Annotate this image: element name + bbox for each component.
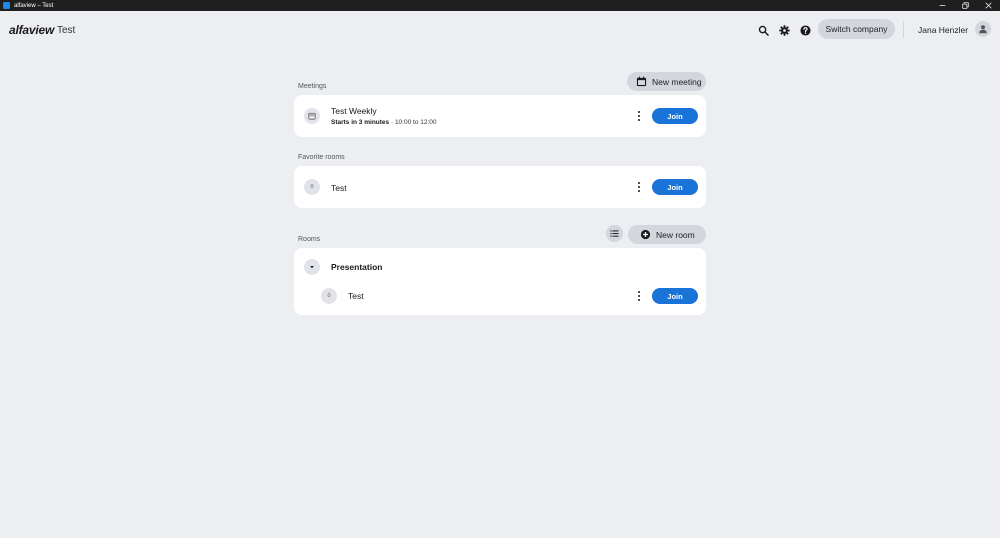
room-group-title: Presentation: [331, 262, 383, 272]
window-titlebar: alfaview – Test: [0, 0, 1000, 11]
user-name[interactable]: Jana Henzler: [918, 25, 968, 35]
minimize-button[interactable]: [931, 0, 954, 11]
meeting-join-button[interactable]: Join: [652, 108, 698, 124]
minimize-icon: [939, 5, 946, 6]
brand-logo[interactable]: alfaview: [9, 23, 54, 37]
meeting-more-menu-icon[interactable]: [635, 110, 643, 122]
rooms-section-label: Rooms: [298, 236, 321, 243]
app-logo-icon: [3, 2, 10, 9]
room-row[interactable]: 0 Test Join: [294, 277, 706, 315]
restore-icon: [962, 2, 969, 9]
window-controls: [931, 0, 1000, 11]
favorite-more-menu-icon[interactable]: [635, 181, 643, 193]
favorites-card: 0 Test Join: [294, 166, 706, 208]
settings-button[interactable]: [776, 22, 792, 38]
person-icon: [979, 25, 987, 34]
room-title: Test: [348, 291, 364, 301]
room-more-menu-icon[interactable]: [635, 290, 643, 302]
avatar[interactable]: [975, 21, 991, 37]
favorites-section-label: Favorite rooms: [298, 154, 345, 161]
rooms-card: Presentation 0 Test Join: [294, 248, 706, 315]
participant-count-badge: 0: [304, 179, 320, 195]
add-circle-icon: [640, 229, 651, 240]
meeting-schedule: Starts in 3 minutes · 10:00 to 12:00: [331, 119, 437, 126]
meeting-calendar-icon: [304, 108, 320, 124]
header-divider: [903, 21, 904, 38]
meeting-starts: Starts in 3 minutes: [331, 119, 390, 126]
company-name: Test: [57, 25, 76, 36]
search-icon: [758, 25, 769, 36]
help-button[interactable]: [797, 22, 813, 38]
meeting-time: · 10:00 to 12:00: [390, 119, 437, 126]
close-icon: [985, 2, 992, 9]
new-room-button[interactable]: New room: [628, 225, 706, 244]
calendar-icon: [636, 76, 647, 87]
help-icon: [799, 24, 811, 36]
new-room-label: New room: [656, 229, 695, 240]
search-button[interactable]: [755, 22, 771, 38]
room-join-button[interactable]: Join: [652, 288, 698, 304]
favorite-room-title: Test: [331, 183, 347, 193]
list-view-icon: [610, 230, 619, 237]
meeting-row[interactable]: Test Weekly Starts in 3 minutes · 10:00 …: [294, 96, 706, 136]
restore-button[interactable]: [954, 0, 977, 11]
favorite-room-row[interactable]: 0 Test Join: [294, 167, 706, 207]
participant-count-badge: 0: [321, 288, 337, 304]
chevron-down-icon: [310, 266, 314, 269]
meetings-section-label: Meetings: [298, 83, 327, 90]
app-header: alfaview Test Switch company Jana Henzle…: [0, 11, 1000, 49]
close-button[interactable]: [977, 0, 1000, 11]
meeting-title: Test Weekly: [331, 106, 377, 116]
switch-company-button[interactable]: Switch company: [818, 19, 895, 39]
gear-icon: [778, 24, 790, 36]
new-meeting-label: New meeting: [652, 76, 702, 87]
list-view-button[interactable]: [606, 225, 623, 242]
window-title: alfaview – Test: [14, 2, 54, 9]
meetings-card: Test Weekly Starts in 3 minutes · 10:00 …: [294, 95, 706, 137]
favorite-join-button[interactable]: Join: [652, 179, 698, 195]
new-meeting-button[interactable]: New meeting: [627, 72, 706, 91]
expand-toggle-button[interactable]: [304, 259, 320, 275]
